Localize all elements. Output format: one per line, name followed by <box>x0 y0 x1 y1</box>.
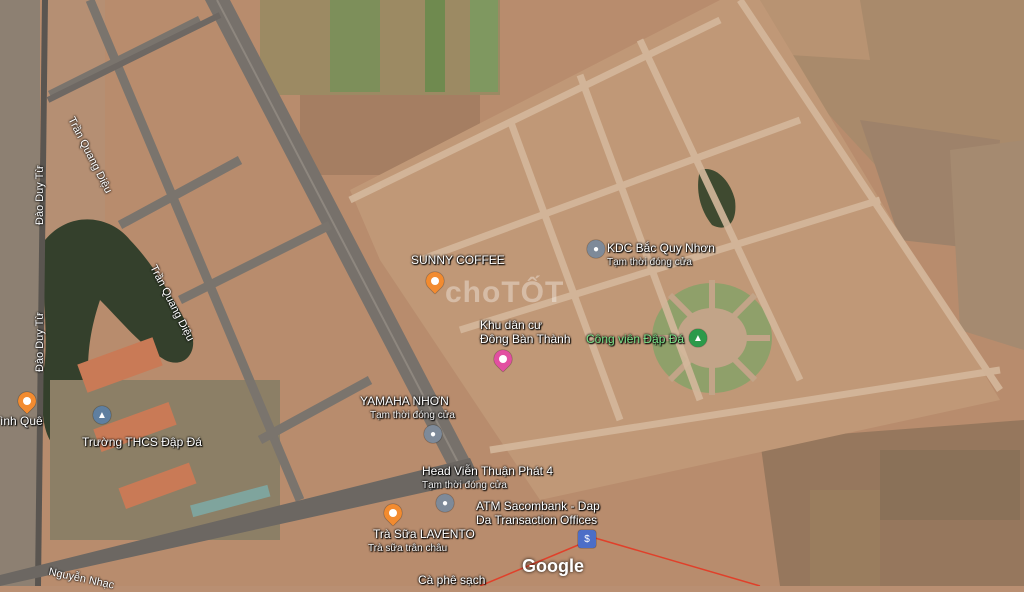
place-label-khu-dan-cu[interactable]: Khu dân cư <box>480 319 542 332</box>
chotot-watermark: choTỐT <box>445 276 565 309</box>
street-label-dao-duy-tu: Đào Duy Từ <box>34 312 46 372</box>
place-label-head-vien-thuan-phat[interactable]: Head Viễn Thuận Phát 4 <box>422 465 553 478</box>
shopping-icon[interactable]: ● <box>587 240 605 258</box>
place-label-ca-phe-sach[interactable]: Cà phê sạch <box>418 574 485 587</box>
park-pin-icon[interactable]: ▲ <box>689 329 707 347</box>
place-label-cong-vien-dap-da[interactable]: Công viên Đập Đá <box>586 333 684 346</box>
bank-pin-icon[interactable]: $ <box>578 530 596 548</box>
place-status: Tạm thời đóng cửa <box>422 480 507 491</box>
place-label-kdc-bac-quy-nhon[interactable]: KDC Bắc Quy Nhơn <box>607 242 715 255</box>
shopping-icon[interactable]: ● <box>424 425 442 443</box>
place-subtitle: Trà sữa trân châu <box>368 543 448 554</box>
place-label-yamaha-nhon[interactable]: YAMAHA NHƠN <box>360 395 449 408</box>
place-label-atm-sacombank[interactable]: ATM Sacombank - Dap <box>476 500 600 513</box>
place-label-atm-sacombank[interactable]: Da Transaction Offices <box>476 514 597 527</box>
shopping-icon[interactable]: ● <box>436 494 454 512</box>
street-label-dao-duy-tu: Đào Duy Từ <box>34 165 46 225</box>
school-pin-icon[interactable]: ▲ <box>93 406 111 424</box>
place-label-tinh-que[interactable]: ình Quê <box>0 415 43 428</box>
place-status: Tạm thời đóng cửa <box>607 257 692 268</box>
place-label-sunny-coffee[interactable]: SUNNY COFFEE <box>411 254 505 267</box>
place-label-truong-thcs-dap-da[interactable]: Trường THCS Đập Đá <box>82 436 202 449</box>
place-label-tra-sua-lavento[interactable]: Trà Sữa LAVENTO <box>373 528 475 541</box>
place-status: Tạm thời đóng cửa <box>370 410 455 421</box>
place-label-dong-ban-thanh[interactable]: Đông Bàn Thành <box>480 333 571 346</box>
google-logo: Google <box>522 556 584 576</box>
